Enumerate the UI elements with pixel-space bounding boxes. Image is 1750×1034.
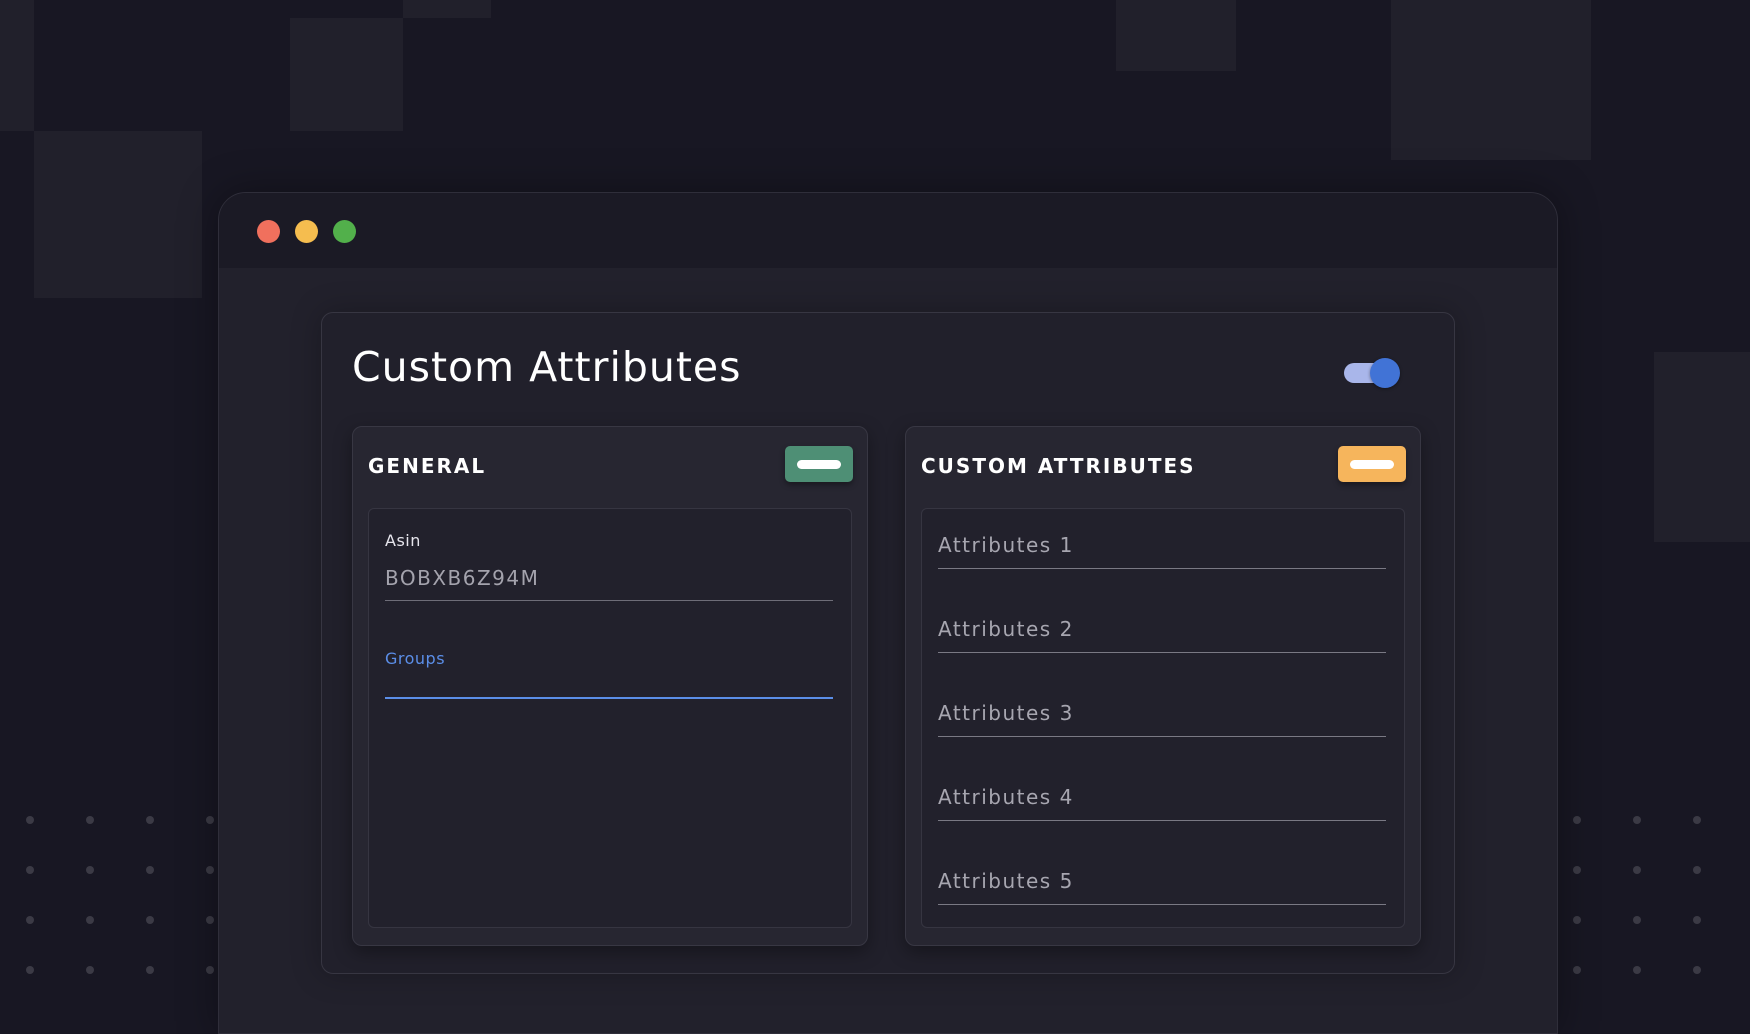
attribute-2-placeholder: Attributes 2 bbox=[938, 617, 1074, 641]
attribute-4-placeholder: Attributes 4 bbox=[938, 785, 1074, 809]
minus-icon bbox=[797, 460, 841, 469]
general-collapse-button[interactable] bbox=[785, 446, 853, 482]
groups-underline bbox=[385, 697, 833, 699]
background-square bbox=[1654, 352, 1750, 542]
general-panel: GENERAL Asin BOBXB6Z94M Groups bbox=[352, 426, 868, 946]
attribute-4-input[interactable]: Attributes 4 bbox=[938, 761, 1386, 821]
asin-underline bbox=[385, 600, 833, 601]
background-square bbox=[34, 131, 202, 298]
attribute-3-input[interactable]: Attributes 3 bbox=[938, 677, 1386, 737]
general-panel-body: Asin BOBXB6Z94M Groups bbox=[368, 508, 852, 928]
minus-icon bbox=[1350, 460, 1394, 469]
dot-grid-right bbox=[1573, 816, 1750, 974]
general-panel-title: GENERAL bbox=[368, 454, 487, 478]
background-square bbox=[0, 0, 34, 131]
background-square bbox=[1391, 0, 1591, 160]
asin-input[interactable]: BOBXB6Z94M bbox=[385, 566, 539, 590]
groups-label: Groups bbox=[385, 649, 446, 668]
app-window: Custom Attributes GENERAL Asin BOBXB6Z94… bbox=[218, 192, 1558, 1034]
custom-attributes-panel: CUSTOM ATTRIBUTES Attributes 1 Attribute… bbox=[905, 426, 1421, 946]
attribute-2-underline bbox=[938, 652, 1386, 653]
maximize-button[interactable] bbox=[333, 220, 356, 243]
close-button[interactable] bbox=[257, 220, 280, 243]
attribute-1-placeholder: Attributes 1 bbox=[938, 533, 1074, 557]
groups-input[interactable] bbox=[385, 669, 833, 699]
attribute-5-placeholder: Attributes 5 bbox=[938, 869, 1074, 893]
attribute-5-input[interactable]: Attributes 5 bbox=[938, 845, 1386, 905]
window-titlebar bbox=[219, 193, 1557, 268]
enable-toggle[interactable] bbox=[1344, 357, 1400, 389]
attribute-4-underline bbox=[938, 820, 1386, 821]
custom-attributes-panel-body: Attributes 1 Attributes 2 Attributes 3 A… bbox=[921, 508, 1405, 928]
dot-grid-left bbox=[26, 816, 214, 974]
custom-attributes-collapse-button[interactable] bbox=[1338, 446, 1406, 482]
attribute-3-underline bbox=[938, 736, 1386, 737]
background-square bbox=[290, 18, 403, 131]
attribute-3-placeholder: Attributes 3 bbox=[938, 701, 1074, 725]
minimize-button[interactable] bbox=[295, 220, 318, 243]
custom-attributes-panel-title: CUSTOM ATTRIBUTES bbox=[921, 454, 1196, 478]
attribute-2-input[interactable]: Attributes 2 bbox=[938, 593, 1386, 653]
asin-label: Asin bbox=[385, 531, 421, 550]
background-square bbox=[1116, 0, 1236, 71]
toggle-knob bbox=[1370, 358, 1400, 388]
attribute-5-underline bbox=[938, 904, 1386, 905]
background-square bbox=[403, 0, 491, 18]
page-title: Custom Attributes bbox=[352, 343, 742, 391]
custom-attributes-card: Custom Attributes GENERAL Asin BOBXB6Z94… bbox=[321, 312, 1455, 974]
attribute-1-underline bbox=[938, 568, 1386, 569]
attribute-1-input[interactable]: Attributes 1 bbox=[938, 509, 1386, 569]
